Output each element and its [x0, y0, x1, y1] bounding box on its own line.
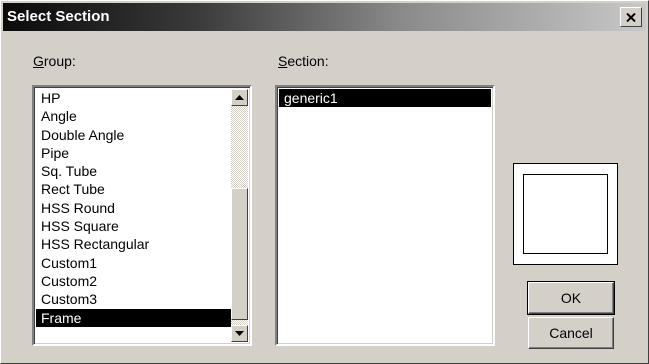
list-item[interactable]: Pipe	[36, 144, 231, 162]
section-preview	[513, 163, 618, 265]
section-list-items: generic1	[279, 89, 491, 342]
list-item[interactable]: Custom3	[36, 290, 231, 308]
list-item[interactable]: Custom2	[36, 272, 231, 290]
group-listbox[interactable]: HP Angle Double Angle Pipe Sq. Tube Rect Tube…	[32, 85, 252, 346]
scroll-thumb[interactable]	[231, 188, 248, 320]
ok-button[interactable]: OK	[527, 281, 615, 315]
title-bar[interactable]: Select Section	[3, 3, 646, 31]
group-label-mnemonic: G	[33, 53, 44, 69]
list-item[interactable]: HSS Rectangular	[36, 235, 231, 253]
section-preview-shape	[523, 174, 608, 254]
group-label-rest: roup:	[43, 53, 76, 69]
group-label: Group:	[33, 53, 76, 69]
list-item[interactable]: Rect Tube	[36, 180, 231, 198]
section-label-rest: ection:	[287, 53, 329, 69]
scroll-down-button[interactable]	[231, 325, 248, 342]
list-item[interactable]: Double Angle	[36, 126, 231, 144]
list-item[interactable]: Custom1	[36, 254, 231, 272]
section-label-mnemonic: S	[278, 53, 288, 69]
arrow-up-icon	[235, 95, 244, 100]
list-item[interactable]: Frame	[36, 308, 231, 327]
dialog-title: Select Section	[7, 8, 110, 25]
arrow-down-icon	[235, 331, 244, 336]
list-item[interactable]: Sq. Tube	[36, 162, 231, 180]
section-label: Section:	[278, 53, 329, 69]
select-section-dialog: Select Section Group: Section: HP Angle Do…	[0, 0, 649, 364]
scroll-up-button[interactable]	[231, 89, 248, 106]
group-list-items: HP Angle Double Angle Pipe Sq. Tube Rect Tube…	[36, 89, 231, 342]
close-icon	[626, 12, 636, 22]
group-scrollbar[interactable]	[231, 89, 248, 342]
cancel-button[interactable]: Cancel	[528, 317, 614, 349]
list-item[interactable]: HSS Round	[36, 199, 231, 217]
list-item[interactable]: generic1	[279, 89, 491, 108]
close-button[interactable]	[620, 7, 642, 27]
section-listbox[interactable]: generic1	[275, 85, 495, 346]
list-item[interactable]: HSS Square	[36, 217, 231, 235]
list-item[interactable]: HP	[36, 89, 231, 107]
list-item[interactable]: Angle	[36, 107, 231, 125]
